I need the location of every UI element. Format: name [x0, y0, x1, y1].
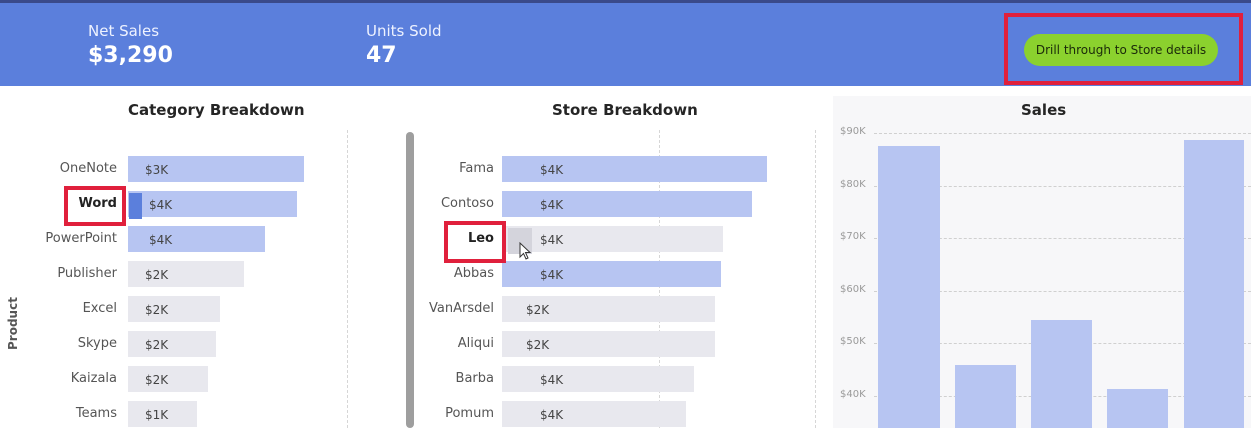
word-selected-marker [129, 193, 142, 219]
store-value: $4K [540, 198, 564, 212]
drill-through-button[interactable]: Drill through to Store details [1024, 34, 1218, 66]
store-bar[interactable] [502, 261, 721, 287]
store-value: $4K [540, 163, 564, 177]
category-bar[interactable] [128, 331, 216, 357]
store-label[interactable]: Barba [400, 371, 494, 386]
category-value: $2K [145, 338, 169, 352]
sales-bar[interactable] [955, 365, 1016, 428]
store-label[interactable]: Aliqui [400, 336, 494, 351]
sales-tick-label: $60K [840, 283, 866, 295]
store-label[interactable]: Abbas [400, 266, 494, 281]
net-sales-card[interactable]: Net Sales $3,290 [88, 22, 173, 68]
store-label[interactable]: Pomum [400, 406, 494, 421]
category-value: $2K [145, 303, 169, 317]
store-value: $4K [540, 268, 564, 282]
units-sold-label: Units Sold [366, 22, 442, 40]
drill-through-highlight: Drill through to Store details [1004, 13, 1243, 85]
units-sold-card[interactable]: Units Sold 47 [366, 22, 442, 68]
store-bar[interactable] [502, 226, 723, 252]
category-label[interactable]: OneNote [0, 161, 117, 176]
category-label[interactable]: Publisher [0, 266, 117, 281]
sales-tick-label: $40K [840, 388, 866, 400]
category-value: $1K [145, 408, 169, 422]
category-value: $4K [149, 198, 173, 212]
mouse-cursor-icon [519, 242, 532, 260]
units-sold-value: 47 [366, 43, 397, 68]
store-label[interactable]: VanArsdel [400, 301, 494, 316]
store-value: $4K [540, 408, 564, 422]
store-value: $4K [540, 233, 564, 247]
category-value: $3K [145, 163, 169, 177]
category-value: $4K [149, 233, 173, 247]
category-value: $2K [145, 373, 169, 387]
store-label[interactable]: Fama [400, 161, 494, 176]
sales-bar[interactable] [1031, 320, 1092, 428]
sales-gridline [874, 133, 1251, 134]
leo-highlight-box [444, 221, 506, 263]
sales-bar[interactable] [878, 146, 940, 428]
sales-tick-label: $80K [840, 178, 866, 190]
category-bar[interactable] [128, 296, 220, 322]
category-value: $2K [145, 268, 169, 282]
sales-tick-label: $50K [840, 336, 866, 347]
store-label[interactable]: Contoso [400, 196, 494, 211]
report-canvas: Net Sales $3,290 Units Sold 47 Drill thr… [0, 0, 1251, 428]
category-gridline [347, 130, 348, 428]
store-value: $4K [540, 373, 564, 387]
sales-bar[interactable] [1107, 389, 1168, 428]
sales-tick-label: $90K [840, 126, 866, 137]
store-bar[interactable] [502, 401, 686, 427]
net-sales-label: Net Sales [88, 22, 160, 40]
sales-tick-label: $70K [840, 231, 866, 242]
store-bar[interactable] [502, 366, 694, 392]
category-label[interactable]: PowerPoint [0, 231, 117, 246]
category-label[interactable]: Teams [0, 406, 117, 421]
store-breakdown-title: Store Breakdown [552, 101, 698, 119]
store-value: $2K [526, 338, 550, 352]
store-gridline-2 [815, 130, 816, 428]
category-breakdown-title: Category Breakdown [128, 101, 305, 119]
sales-chart-title: Sales [1021, 101, 1067, 119]
net-sales-value: $3,290 [88, 43, 173, 68]
store-value: $2K [526, 303, 550, 317]
word-highlight-box [64, 186, 126, 226]
category-label[interactable]: Excel [0, 301, 117, 316]
category-label[interactable]: Skype [0, 336, 117, 351]
sales-bar[interactable] [1184, 140, 1244, 428]
category-label[interactable]: Kaizala [0, 371, 117, 386]
